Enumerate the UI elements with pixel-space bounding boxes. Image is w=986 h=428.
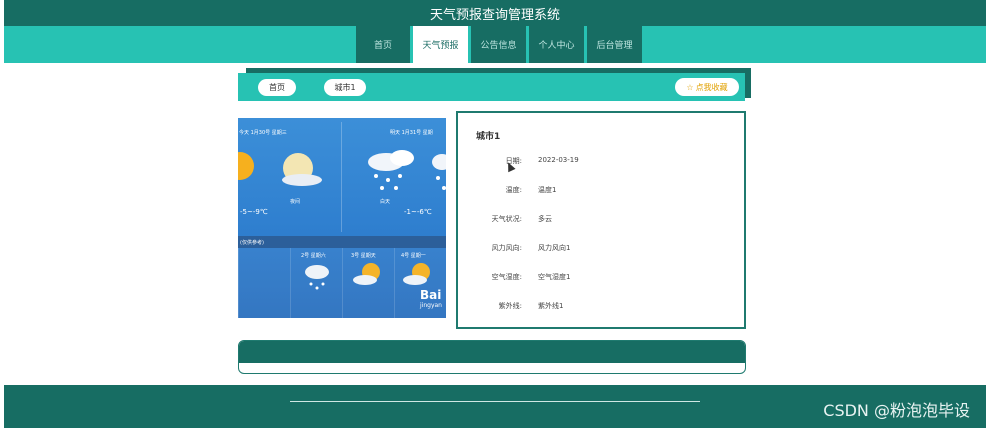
condition-label: 天气状况: xyxy=(491,215,522,223)
date-value: 2022-03-19 xyxy=(538,156,579,164)
day-cell: 2号 星期六 xyxy=(290,248,342,318)
nav-notice[interactable]: 公告信息 xyxy=(471,26,526,63)
panel-header xyxy=(239,341,745,363)
partly-cloudy-icon xyxy=(353,263,380,285)
weather-image: 今天 1月30号 星期三 明天 1月31号 星期 夜间 白天 -5~-9℃ -1… xyxy=(238,118,446,318)
main-nav: 首页 天气预报 公告信息 个人中心 后台管理 xyxy=(356,26,642,63)
temperature-value: 温度1 xyxy=(538,186,557,194)
comment-panel xyxy=(238,340,746,374)
baidu-logo: Bai xyxy=(420,288,442,302)
humidity-label: 空气湿度: xyxy=(491,273,522,281)
tomorrow-period: 白天 xyxy=(380,199,391,205)
day-cell: 3号 星期天 xyxy=(342,248,394,318)
tomorrow-temp: -1~-6℃ xyxy=(404,208,432,216)
rain-snow-icon xyxy=(305,265,329,290)
favorite-label: 点我收藏 xyxy=(695,82,728,92)
favorite-button[interactable]: ☆ 点我收藏 xyxy=(675,78,739,96)
temperature-label: 温度: xyxy=(505,186,522,194)
wind-value: 风力风向1 xyxy=(538,244,571,252)
condition-value: 多云 xyxy=(538,215,552,223)
baidu-logo-sub: jingyan xyxy=(420,302,442,309)
weather-detail-card: 城市1 日期: 2022-03-19 温度: 温度1 天气状况: 多云 风力风向… xyxy=(456,111,746,329)
star-icon: ☆ xyxy=(686,82,694,92)
humidity-value: 空气湿度1 xyxy=(538,273,571,281)
wind-label: 风力风向: xyxy=(491,244,522,252)
today-temp: -5~-9℃ xyxy=(240,208,268,216)
app-title: 天气预报查询管理系统 xyxy=(429,7,560,23)
nav-home[interactable]: 首页 xyxy=(356,26,410,63)
today-period: 夜间 xyxy=(290,199,301,205)
cloud-icon xyxy=(282,174,322,186)
breadcrumb-current[interactable]: 城市1 xyxy=(324,79,366,96)
uv-value: 紫外线1 xyxy=(538,302,564,310)
breadcrumb-home[interactable]: 首页 xyxy=(258,79,296,96)
day-cell xyxy=(238,248,290,318)
today-label: 今天 1月30号 星期三 xyxy=(239,130,287,136)
nav-weather[interactable]: 天气预报 xyxy=(413,26,468,63)
page: 天气预报查询管理系统 首页 天气预报 公告信息 个人中心 后台管理 首页 城市1… xyxy=(0,0,986,428)
app-title-bar: 天气预报查询管理系统 xyxy=(4,0,986,26)
weather-band: (仅供参考) xyxy=(238,236,446,248)
nav-admin[interactable]: 后台管理 xyxy=(587,26,642,63)
uv-label: 紫外线: xyxy=(498,302,522,310)
footer: CSDN @粉泡泡毕设 xyxy=(4,385,986,428)
weather-divider xyxy=(341,122,342,232)
watermark: CSDN @粉泡泡毕设 xyxy=(823,401,970,420)
band-label: (仅供参考) xyxy=(240,240,264,246)
city-title: 城市1 xyxy=(476,132,501,142)
footer-divider xyxy=(290,401,700,402)
tomorrow-label: 明天 1月31号 星期 xyxy=(390,130,433,136)
sun-icon xyxy=(238,152,254,180)
nav-profile[interactable]: 个人中心 xyxy=(529,26,584,63)
breadcrumb: 首页 城市1 ☆ 点我收藏 xyxy=(238,73,745,101)
